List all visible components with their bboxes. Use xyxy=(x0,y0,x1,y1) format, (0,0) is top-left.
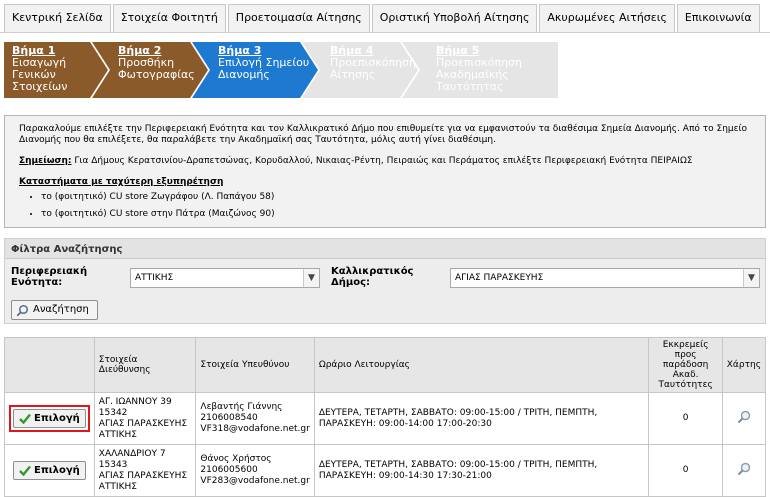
header-pending-line-2: παράδοση xyxy=(662,360,709,370)
step-5: Βήμα 5 Προεπισκόπηση Ακαδημαϊκής Ταυτότη… xyxy=(402,42,558,98)
map-cell xyxy=(721,444,767,497)
magnifier-icon[interactable] xyxy=(737,462,751,476)
header-pending: Εκκρεμείς προς παράδοση Ακαδ. Ταυτότητες xyxy=(648,337,723,393)
contact-phone: 2106005600 xyxy=(200,465,258,475)
header-select xyxy=(4,337,95,393)
hours-line-1: ΔΕΥΤΕΡΑ, ΤΕΤΑΡΤΗ, ΣΑΒΒΑΤΟ: 09:00-15:00 /… xyxy=(318,459,598,470)
hours-line-2: ΠΑΡΑΣΚΕΥΗ: 09:00-14:30 17:30-21:00 xyxy=(318,470,492,481)
select-button-highlight: Επιλογή xyxy=(9,405,90,432)
select-button[interactable]: Επιλογή xyxy=(13,461,86,480)
info-note-text: Για Δήμους Κερατσινίου-Δραπετσώνας, Κορυ… xyxy=(71,156,693,166)
pending-cell: 0 xyxy=(648,444,723,497)
shops-list: το (φοιτητικό) CU store Ζωγράφου (Λ. Παπ… xyxy=(19,192,751,220)
contact-cell: Θάνος Χρήστος 2106005600 VF283@vodafone.… xyxy=(195,444,315,497)
header-hours: Ωράριο Λειτουργίας xyxy=(313,337,650,393)
municipality-select[interactable]: ΑΓΙΑΣ ΠΑΡΑΣΚΕΥΗΣ ▼ xyxy=(450,268,760,288)
address-municipality: ΑΓΙΑΣ ΠΑΡΑΣΚΕΥΗΣ xyxy=(98,418,188,429)
step-2[interactable]: Βήμα 2 Προσθήκη Φωτογραφίας xyxy=(92,42,208,98)
table-header-row: Στοιχεία Διεύθυνσης Στοιχεία Υπευθύνου Ω… xyxy=(4,337,767,393)
municipality-label-line-2: Δήμος: xyxy=(331,277,371,288)
region-select[interactable]: ΑΤΤΙΚΗΣ ▼ xyxy=(130,268,320,288)
magnifier-icon[interactable] xyxy=(737,410,751,424)
info-instructions: Παρακαλούμε επιλέξτε την Περιφερειακή Εν… xyxy=(19,124,748,145)
tab-student-details[interactable]: Στοιχεία Φοιτητή xyxy=(112,4,226,32)
select-button-label: Επιλογή xyxy=(34,413,80,424)
contact-cell: Λεβαντής Γιάννης 2106008540 VF318@vodafo… xyxy=(195,392,315,445)
address-postcode: 15343 xyxy=(98,459,128,470)
municipality-label: Καλλικρατικός Δήμος: xyxy=(331,266,414,288)
contact-name: Λεβαντής Γιάννης xyxy=(200,402,283,412)
table-row: Επιλογή ΧΑΛΑΝΔΡΙΟΥ 7 15343 ΑΓΙΑΣ ΠΑΡΑΣΚΕ… xyxy=(4,444,767,497)
chevron-down-icon[interactable]: ▼ xyxy=(743,269,759,287)
tab-final-submission[interactable]: Οριστική Υποβολή Αίτησης xyxy=(371,4,538,32)
header-contact: Στοιχεία Υπευθύνου xyxy=(195,337,315,393)
region-label-line-1: Περιφερειακή xyxy=(11,266,88,277)
shop-item: το (φοιτητικό) CU store στην Πάτρα (Μαιζ… xyxy=(41,209,751,220)
step-5-label-3: Ταυτότητας xyxy=(436,80,504,93)
address-street: ΑΓ. ΙΩΑΝΝΟΥ 39 xyxy=(98,396,172,407)
step-2-label-2: Φωτογραφίας xyxy=(118,68,195,81)
address-street: ΧΑΛΑΝΔΡΙΟΥ 7 xyxy=(98,448,166,459)
header-pending-line-1: Εκκρεμείς προς xyxy=(662,340,709,360)
distribution-points-table: Στοιχεία Διεύθυνσης Στοιχεία Υπευθύνου Ω… xyxy=(4,337,767,497)
search-filters: Φίλτρα Αναζήτησης Περιφερειακή Ενότητα: … xyxy=(4,238,766,324)
info-box: Παρακαλούμε επιλέξτε την Περιφερειακή Εν… xyxy=(4,115,766,228)
top-nav: Κεντρική Σελίδα Στοιχεία Φοιτητή Προετοι… xyxy=(4,4,760,32)
select-cell: Επιλογή xyxy=(4,392,95,445)
header-pending-line-3: Ακαδ. xyxy=(672,370,699,380)
tab-contact[interactable]: Επικοινωνία xyxy=(676,4,760,32)
contact-name: Θάνος Χρήστος xyxy=(200,454,272,464)
shops-title: Καταστήματα με ταχύτερη εξυπηρέτηση xyxy=(19,177,224,187)
search-button[interactable]: Αναζήτηση xyxy=(11,300,98,320)
tab-cancelled-applications[interactable]: Ακυρωμένες Αιτήσεις xyxy=(539,4,675,32)
select-button[interactable]: Επιλογή xyxy=(13,409,86,428)
hours-line-1: ΔΕΥΤΕΡΑ, ΤΕΤΑΡΤΗ, ΣΑΒΒΑΤΟ: 09:00-15:00 /… xyxy=(318,407,598,418)
address-cell: ΧΑΛΑΝΔΡΙΟΥ 7 15343 ΑΓΙΑΣ ΠΑΡΑΣΚΕΥΗΣ ΑΤΤΙ… xyxy=(93,444,197,497)
nav-divider xyxy=(0,32,770,33)
contact-email: VF283@vodafone.net.gr xyxy=(200,476,310,486)
hours-line-2: ΠΑΡΑΣΚΕΥΗ: 09:00-14:00 17:00-20:30 xyxy=(318,418,492,429)
step-3-label-2: Διανομής xyxy=(218,68,270,81)
step-4: Βήμα 4 Προεπισκόπηση Αίτησης xyxy=(302,42,418,98)
region-label: Περιφερειακή Ενότητα: xyxy=(11,266,87,288)
contact-phone: 2106008540 xyxy=(200,413,258,423)
info-note: Σημείωση: Για Δήμους Κερατσινίου-Δραπετσ… xyxy=(19,156,751,167)
address-region: ΑΤΤΙΚΗΣ xyxy=(98,429,137,440)
municipality-label-line-1: Καλλικρατικός xyxy=(331,266,414,277)
hours-cell: ΔΕΥΤΕΡΑ, ΤΕΤΑΡΤΗ, ΣΑΒΒΑΤΟ: 09:00-15:00 /… xyxy=(313,444,650,497)
address-cell: ΑΓ. ΙΩΑΝΝΟΥ 39 15342 ΑΓΙΑΣ ΠΑΡΑΣΚΕΥΗΣ ΑΤ… xyxy=(93,392,197,445)
filters-title: Φίλτρα Αναζήτησης xyxy=(5,239,765,259)
wizard-steps: Βήμα 1 Εισαγωγή Γενικών Στοιχείων Βήμα 2… xyxy=(4,42,559,98)
address-municipality: ΑΓΙΑΣ ΠΑΡΑΣΚΕΥΗΣ xyxy=(98,470,188,481)
region-select-value: ΑΤΤΙΚΗΣ xyxy=(135,273,174,283)
header-address: Στοιχεία Διεύθυνσης xyxy=(93,337,197,393)
address-region: ΑΤΤΙΚΗΣ xyxy=(98,481,137,492)
shop-item: το (φοιτητικό) CU store Ζωγράφου (Λ. Παπ… xyxy=(41,192,751,203)
tab-home[interactable]: Κεντρική Σελίδα xyxy=(4,4,111,32)
select-cell: Επιλογή xyxy=(4,444,95,497)
tab-prepare-application[interactable]: Προετοιμασία Αίτησης xyxy=(227,4,370,32)
pending-cell: 0 xyxy=(648,392,723,445)
chevron-down-icon[interactable]: ▼ xyxy=(303,269,319,287)
checkmark-icon xyxy=(19,465,31,476)
search-button-label: Αναζήτηση xyxy=(33,304,89,315)
municipality-select-value: ΑΓΙΑΣ ΠΑΡΑΣΚΕΥΗΣ xyxy=(455,273,544,283)
region-label-line-2: Ενότητα: xyxy=(11,277,63,288)
step-3[interactable]: Βήμα 3 Επιλογή Σημείου Διανομής xyxy=(192,42,318,98)
header-pending-line-4: Ταυτότητες xyxy=(658,380,713,390)
select-button-label: Επιλογή xyxy=(34,465,80,476)
header-map: Χάρτης xyxy=(721,337,767,393)
map-cell xyxy=(721,392,767,445)
info-note-label: Σημείωση: xyxy=(19,156,72,166)
select-button-wrap: Επιλογή xyxy=(11,459,88,482)
address-postcode: 15342 xyxy=(98,407,128,418)
checkmark-icon xyxy=(19,413,31,424)
hours-cell: ΔΕΥΤΕΡΑ, ΤΕΤΑΡΤΗ, ΣΑΒΒΑΤΟ: 09:00-15:00 /… xyxy=(313,392,650,445)
table-row: Επιλογή ΑΓ. ΙΩΑΝΝΟΥ 39 15342 ΑΓΙΑΣ ΠΑΡΑΣ… xyxy=(4,392,767,445)
search-icon xyxy=(16,304,29,316)
contact-email: VF318@vodafone.net.gr xyxy=(200,424,310,434)
